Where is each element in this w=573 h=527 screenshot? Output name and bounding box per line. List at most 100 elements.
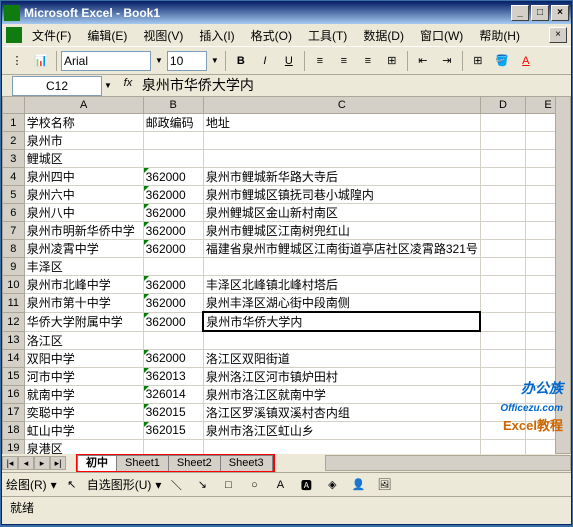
cell[interactable] <box>143 258 203 276</box>
menu-data[interactable]: 数据(D) <box>357 25 410 46</box>
menu-file[interactable]: 文件(F) <box>26 25 77 46</box>
indent-decrease-button[interactable]: ⇤ <box>412 50 434 72</box>
tab-nav-prev[interactable]: ◂ <box>18 456 34 470</box>
cell[interactable] <box>480 331 525 349</box>
row-header[interactable]: 19 <box>3 439 25 454</box>
cell[interactable]: 362013 <box>143 367 203 385</box>
row-header[interactable]: 18 <box>3 421 25 439</box>
cell[interactable] <box>143 331 203 349</box>
cell[interactable]: 362000 <box>143 294 203 313</box>
tab-nav-first[interactable]: |◂ <box>2 456 18 470</box>
cell[interactable] <box>143 150 203 168</box>
cell[interactable] <box>480 186 525 204</box>
cell[interactable] <box>203 150 480 168</box>
row-header[interactable]: 16 <box>3 385 25 403</box>
cell[interactable]: 泉州鲤城区金山新村南区 <box>203 204 480 222</box>
cell[interactable] <box>203 258 480 276</box>
menu-view[interactable]: 视图(V) <box>137 25 189 46</box>
borders-button[interactable]: ⊞ <box>467 50 489 72</box>
row-header[interactable]: 14 <box>3 349 25 367</box>
row-header[interactable]: 2 <box>3 132 25 150</box>
cell[interactable]: 362000 <box>143 168 203 186</box>
tab-nav-next[interactable]: ▸ <box>34 456 50 470</box>
cell[interactable]: 泉州市 <box>24 132 143 150</box>
sheet-tab-初中[interactable]: 初中 <box>77 455 117 471</box>
cell[interactable]: 华侨大学附属中学 <box>24 312 143 331</box>
column-header-A[interactable]: A <box>24 97 143 114</box>
cell[interactable] <box>480 294 525 313</box>
row-header[interactable]: 3 <box>3 150 25 168</box>
cell[interactable]: 362000 <box>143 204 203 222</box>
cell[interactable]: 泉州市华侨大学内 <box>203 312 480 331</box>
cell[interactable]: 泉州凌霄中学 <box>24 240 143 258</box>
cell[interactable]: 泉州市洛江区就南中学 <box>203 385 480 403</box>
close-button[interactable]: × <box>551 5 569 21</box>
cell[interactable] <box>480 132 525 150</box>
menu-format[interactable]: 格式(O) <box>245 25 298 46</box>
cell[interactable]: 362000 <box>143 312 203 331</box>
cell[interactable]: 洛江区 <box>24 331 143 349</box>
sheet-tab-Sheet2[interactable]: Sheet2 <box>168 455 221 471</box>
picture-button[interactable]: 🖼 <box>373 474 395 496</box>
row-header[interactable]: 6 <box>3 204 25 222</box>
menu-edit[interactable]: 编辑(E) <box>81 25 133 46</box>
cell[interactable]: 虹山中学 <box>24 421 143 439</box>
oval-button[interactable]: ○ <box>243 474 265 496</box>
cell[interactable]: 就南中学 <box>24 385 143 403</box>
cell[interactable]: 362000 <box>143 186 203 204</box>
cell[interactable]: 邮政编码 <box>143 114 203 132</box>
handle-icon[interactable]: ⋮ <box>6 50 28 72</box>
wordart-button[interactable]: 🅰 <box>295 474 317 496</box>
row-header[interactable]: 5 <box>3 186 25 204</box>
cell[interactable] <box>480 204 525 222</box>
spreadsheet-grid[interactable]: ABCDE1学校名称邮政编码地址2泉州市3鲤城区4泉州四中362000泉州市鲤城… <box>2 96 571 454</box>
cell[interactable] <box>203 439 480 454</box>
cell[interactable]: 泉州市明新华侨中学 <box>24 222 143 240</box>
font-size-select[interactable] <box>167 51 207 71</box>
row-header[interactable]: 12 <box>3 312 25 331</box>
arrow-button[interactable]: ↘ <box>191 474 213 496</box>
column-header-corner[interactable] <box>3 97 25 114</box>
cell[interactable]: 326014 <box>143 385 203 403</box>
cell[interactable]: 泉州四中 <box>24 168 143 186</box>
cell[interactable] <box>480 312 525 331</box>
horizontal-scrollbar[interactable] <box>325 455 571 471</box>
font-name-select[interactable] <box>61 51 151 71</box>
cell[interactable] <box>480 439 525 454</box>
cell[interactable]: 地址 <box>203 114 480 132</box>
row-header[interactable]: 9 <box>3 258 25 276</box>
cell[interactable]: 362000 <box>143 276 203 294</box>
fill-color-button[interactable]: 🪣 <box>491 50 513 72</box>
cell[interactable]: 河市中学 <box>24 367 143 385</box>
chevron-down-icon[interactable]: ▼ <box>153 56 165 65</box>
cell[interactable]: 鲤城区 <box>24 150 143 168</box>
cell[interactable]: 丰泽区北峰镇北峰村塔后 <box>203 276 480 294</box>
cell[interactable] <box>480 258 525 276</box>
cell[interactable]: 362000 <box>143 349 203 367</box>
cell[interactable]: 362015 <box>143 403 203 421</box>
menu-insert[interactable]: 插入(I) <box>193 25 240 46</box>
cell[interactable]: 福建省泉州市鲤城区江南街道亭店社区凌霄路321号 <box>203 240 480 258</box>
clipart-button[interactable]: 👤 <box>347 474 369 496</box>
cell[interactable] <box>480 349 525 367</box>
sheet-tab-Sheet3[interactable]: Sheet3 <box>220 455 273 471</box>
cell[interactable]: 泉州市鲤城区江南树兜红山 <box>203 222 480 240</box>
select-objects-button[interactable]: ↖ <box>61 474 83 496</box>
cell[interactable]: 双阳中学 <box>24 349 143 367</box>
cell[interactable]: 奕聪中学 <box>24 403 143 421</box>
italic-button[interactable]: I <box>254 50 276 72</box>
menu-window[interactable]: 窗口(W) <box>414 25 469 46</box>
cell[interactable]: 泉港区 <box>24 439 143 454</box>
maximize-button[interactable]: □ <box>531 5 549 21</box>
tab-nav-last[interactable]: ▸| <box>50 456 66 470</box>
cell[interactable]: 泉州市鲤城新华路大寺后 <box>203 168 480 186</box>
cell[interactable]: 泉州丰泽区湖心街中段南侧 <box>203 294 480 313</box>
menu-help[interactable]: 帮助(H) <box>473 25 526 46</box>
cell[interactable]: 泉州六中 <box>24 186 143 204</box>
chart-button[interactable]: 📊 <box>30 50 52 72</box>
cell[interactable] <box>480 150 525 168</box>
row-header[interactable]: 11 <box>3 294 25 313</box>
cell[interactable]: 362015 <box>143 421 203 439</box>
cell[interactable]: 362000 <box>143 222 203 240</box>
autoshapes-menu[interactable]: 自选图形(U) <box>87 476 152 493</box>
